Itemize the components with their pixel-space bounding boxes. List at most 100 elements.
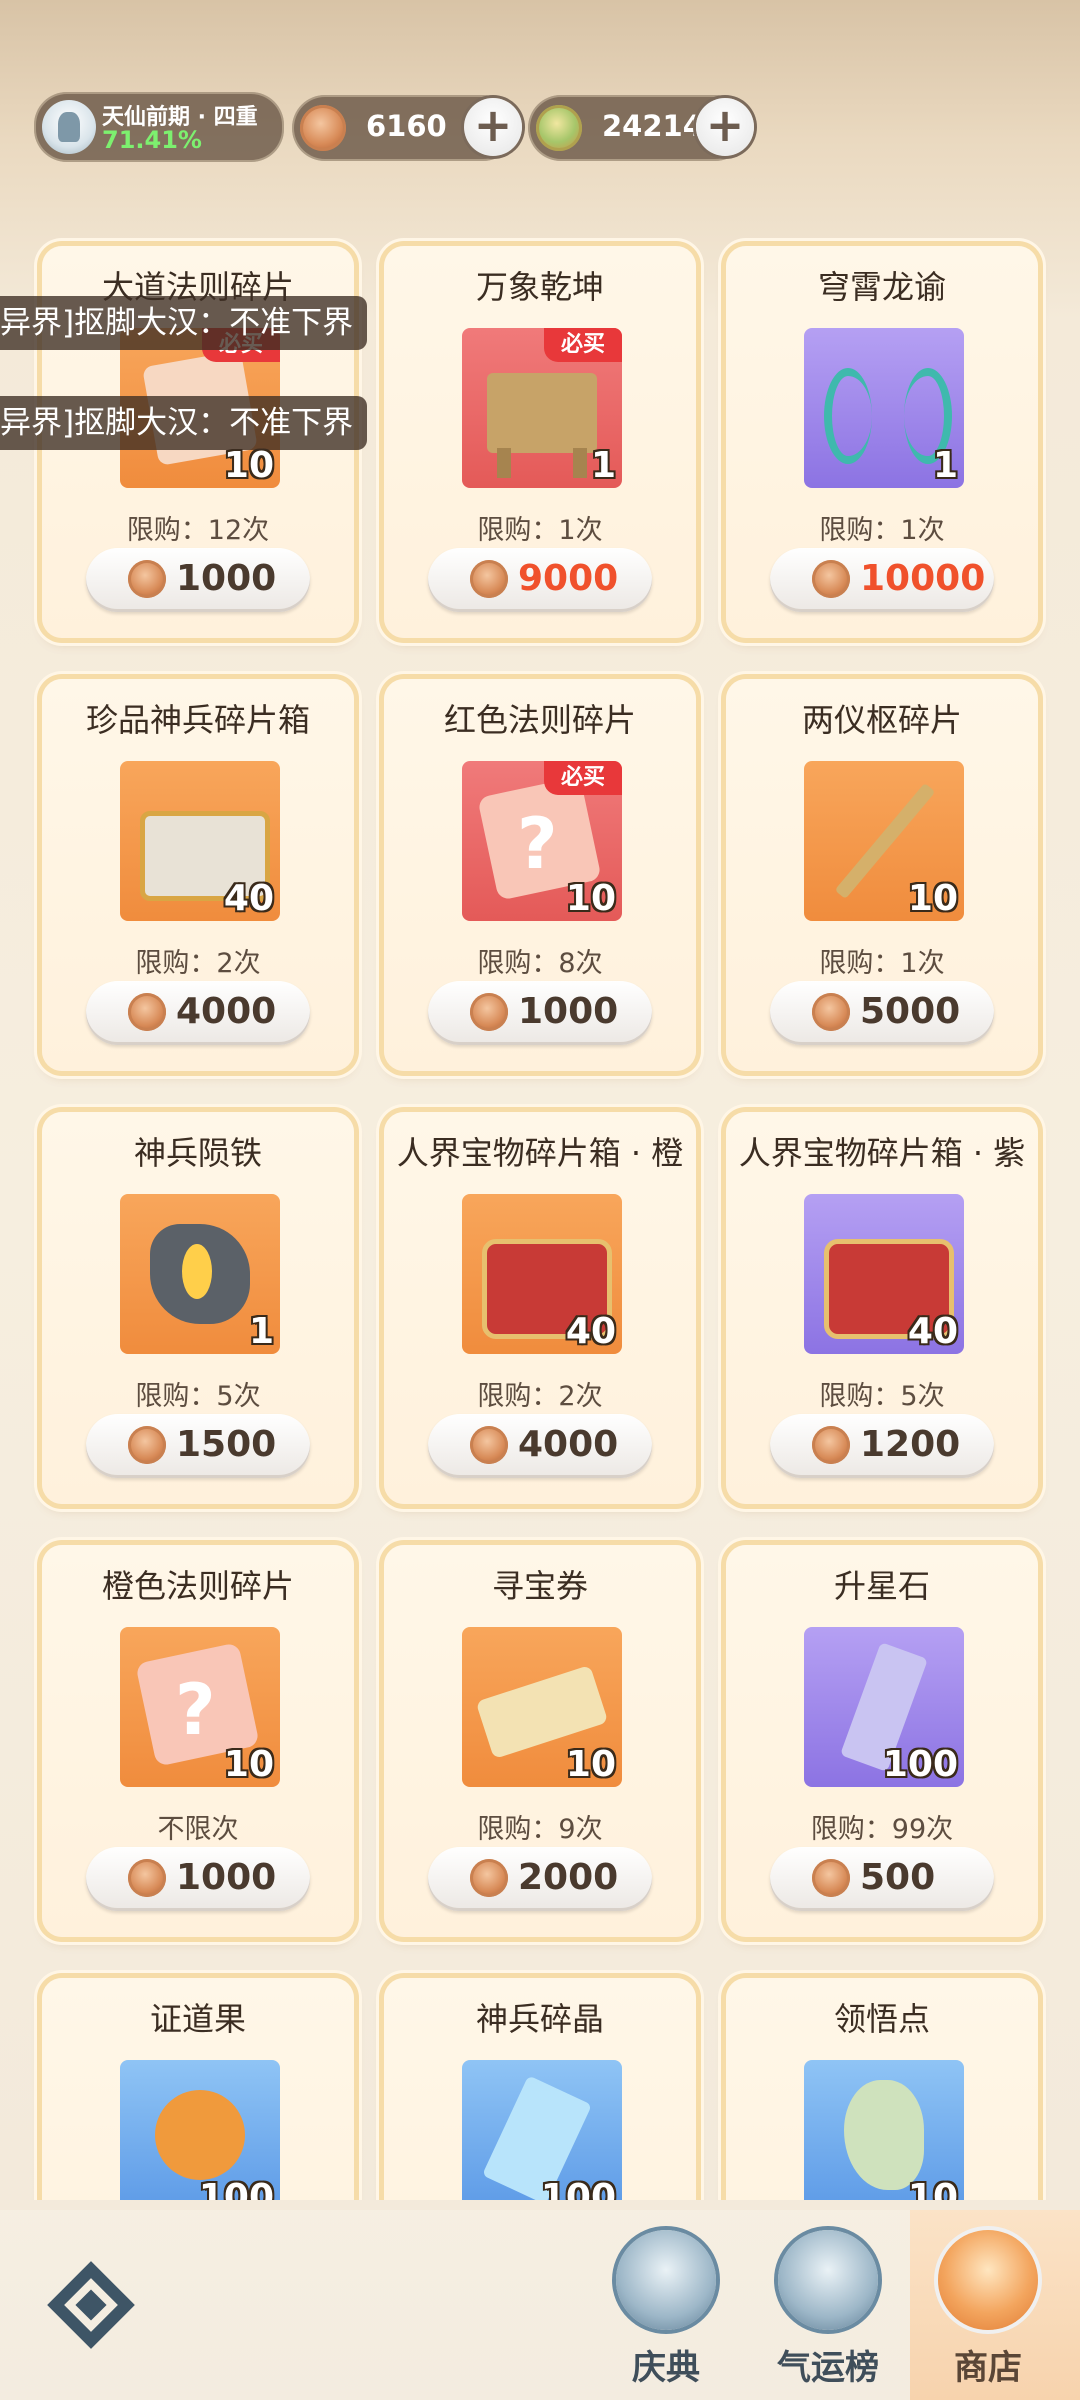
item-title: 领悟点 [833, 2000, 930, 2038]
buy-button[interactable]: 4000 [428, 1414, 652, 1478]
blue-crystal-icon: 100 [462, 2060, 622, 2200]
buy-button[interactable]: 2000 [428, 1847, 652, 1911]
price-value: 1000 [176, 1857, 277, 1898]
item-count: 40 [565, 1311, 616, 1352]
shop-item-card[interactable]: 橙色法则碎片 ? 10 不限次 1000 [42, 1545, 354, 1937]
buy-button[interactable]: 1200 [770, 1414, 994, 1478]
item-title: 寻宝券 [491, 1567, 588, 1605]
price-value: 1200 [860, 1424, 961, 1465]
price-value: 1000 [518, 991, 619, 1032]
shop-icon [938, 2230, 1038, 2330]
shop-item-card[interactable]: 珍品神兵碎片箱 40 限购：2次 4000 [42, 679, 354, 1071]
item-count: 10 [907, 2177, 958, 2200]
item-count: 10 [907, 878, 958, 919]
jade-hook-icon: 10 [804, 2060, 964, 2200]
price-value: 2000 [518, 1857, 619, 1898]
shop-item-card[interactable]: 领悟点 10 [726, 1978, 1038, 2200]
item-count: 100 [198, 2177, 274, 2200]
purchase-limit: 限购：5次 [819, 1381, 945, 1412]
shop-item-card[interactable]: 升星石 100 限购：99次 500 [726, 1545, 1038, 1937]
item-title: 万象乾坤 [475, 268, 604, 306]
dragon-horns-icon: 1 [804, 328, 964, 488]
price-value: 4000 [176, 991, 277, 1032]
copper-coin-icon [470, 560, 508, 598]
item-count: 10 [223, 1744, 274, 1785]
chat-message: 异界]抠脚大汉：不准下界 [0, 296, 368, 350]
must-buy-badge: 必买 [544, 328, 622, 362]
bottom-nav: 庆典 气运榜 商店 [0, 2210, 1080, 2400]
copper-coin-icon [128, 993, 166, 1031]
buy-button[interactable]: 1000 [86, 1847, 310, 1911]
shop-item-card[interactable]: 人界宝物碎片箱 · 紫 40 限购：5次 1200 [726, 1112, 1038, 1504]
scroll-icon: 10 [462, 1627, 622, 1787]
item-title: 穹霄龙谕 [817, 268, 946, 306]
item-title: 红色法则碎片 [443, 701, 636, 739]
copper-coin-icon [128, 1859, 166, 1897]
buy-button[interactable]: 10000 [770, 548, 994, 612]
price-value: 10000 [860, 558, 986, 599]
buy-button[interactable]: 1500 [86, 1414, 310, 1478]
nav-fortune-ranking[interactable]: 气运榜 [758, 2220, 898, 2390]
realm-progress: 71.41% [102, 126, 202, 154]
purchase-limit: 限购：8次 [477, 948, 603, 979]
purchase-limit: 限购：2次 [477, 1381, 603, 1412]
price-value: 9000 [518, 558, 619, 599]
item-count: 10 [565, 1744, 616, 1785]
lotus-fruit-icon: 100 [120, 2060, 280, 2200]
item-title: 珍品神兵碎片箱 [85, 701, 310, 739]
shop-item-card[interactable]: 人界宝物碎片箱 · 橙 40 限购：2次 4000 [384, 1112, 696, 1504]
nav-celebration[interactable]: 庆典 [596, 2220, 736, 2390]
shop-item-card[interactable]: 证道果 100 [42, 1978, 354, 2200]
price-value: 500 [860, 1857, 936, 1898]
nav-shop[interactable]: 商店 [918, 2220, 1058, 2390]
copper-coin-icon [812, 560, 850, 598]
menu-icon[interactable] [36, 2250, 146, 2360]
crystal-icon: 100 [804, 1627, 964, 1787]
item-title: 神兵碎晶 [475, 2000, 604, 2038]
buy-button[interactable]: 4000 [86, 981, 310, 1045]
mystery-box-icon: ? 必买 10 [462, 761, 622, 921]
item-count: 10 [565, 878, 616, 919]
celebration-icon [616, 2230, 716, 2330]
item-count: 100 [540, 2177, 616, 2200]
copper-coin-icon [812, 1859, 850, 1897]
purchase-limit: 限购：1次 [477, 515, 603, 546]
copper-coin-icon [812, 1426, 850, 1464]
shop-item-card[interactable]: 万象乾坤必买 1 限购：1次 9000 [384, 246, 696, 638]
item-title: 两仪枢碎片 [801, 701, 962, 739]
shop-item-card[interactable]: 寻宝券 10 限购：9次 2000 [384, 1545, 696, 1937]
price-value: 5000 [860, 991, 961, 1032]
price-value: 1000 [176, 558, 277, 599]
purchase-limit: 限购：2次 [135, 948, 261, 979]
item-title: 人界宝物碎片箱 · 橙 [396, 1134, 684, 1172]
shop-item-card[interactable]: 神兵陨铁 1 限购：5次 1500 [42, 1112, 354, 1504]
item-count: 1 [248, 1311, 274, 1352]
add-jade-button[interactable]: + [696, 98, 754, 156]
must-buy-badge: 必买 [544, 761, 622, 795]
shop-item-card[interactable]: 穹霄龙谕 1 限购：1次 10000 [726, 246, 1038, 638]
purchase-limit: 限购：9次 [477, 1814, 603, 1845]
shop-item-card[interactable]: 红色法则碎片? 必买 10 限购：8次 1000 [384, 679, 696, 1071]
shop-item-card[interactable]: 两仪枢碎片 10 限购：1次 5000 [726, 679, 1038, 1071]
add-copper-button[interactable]: + [464, 98, 522, 156]
meteor-iron-icon: 1 [120, 1194, 280, 1354]
purchase-limit: 限购：12次 [126, 515, 270, 546]
currency-jade: 24214 + [528, 95, 754, 161]
copper-coin-icon [812, 993, 850, 1031]
buy-button[interactable]: 9000 [428, 548, 652, 612]
mystery-box-icon: ? 10 [120, 1627, 280, 1787]
buy-button[interactable]: 5000 [770, 981, 994, 1045]
shop-item-card[interactable]: 神兵碎晶 100 [384, 1978, 696, 2200]
buy-button[interactable]: 1000 [86, 548, 310, 612]
buy-button[interactable]: 1000 [428, 981, 652, 1045]
price-value: 4000 [518, 1424, 619, 1465]
cauldron-icon: 必买 1 [462, 328, 622, 488]
purchase-limit: 不限次 [157, 1814, 239, 1845]
copper-coin-icon [470, 993, 508, 1031]
item-count: 1 [590, 445, 616, 486]
item-count: 100 [882, 1744, 958, 1785]
currency-copper: 6160 + [292, 95, 522, 161]
realm-status[interactable]: 天仙前期 · 四重 71.41% [34, 92, 284, 162]
copper-coin-icon [128, 560, 166, 598]
buy-button[interactable]: 500 [770, 1847, 994, 1911]
